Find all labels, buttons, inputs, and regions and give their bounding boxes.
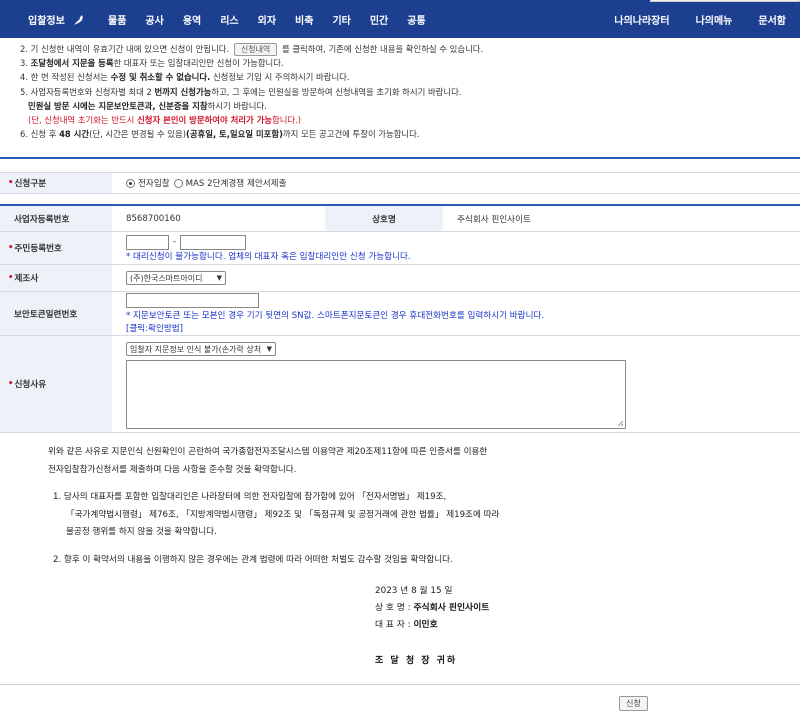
nav-my-naramarket[interactable]: 나의나라장터 xyxy=(614,12,669,27)
nav-item-private[interactable]: 민간 xyxy=(370,12,388,27)
row-maker: • 제조사 (주)한국스마트아이디 ▼ xyxy=(0,265,800,292)
notice-5: 5. 사업자등록번호와 신청자별 최대 2 번까지 신청가능하고, 그 후에는 … xyxy=(20,86,462,97)
nav-item-service[interactable]: 용역 xyxy=(183,12,201,27)
rrn-hint: * 대리신청이 불가능합니다. 업체의 대표자 혹은 입찰대리인만 신청 가능합… xyxy=(126,251,411,262)
row-reason: • 신청사유 입찰자 지문정보 인식 불가(손가락 상처 등) ▼ xyxy=(0,336,800,433)
rrn-label: • 주민등록번호 xyxy=(0,232,112,264)
row-rrn: • 주민등록번호 - * 대리신청이 불가능합니다. 업체의 대표자 혹은 입찰대… xyxy=(0,232,800,265)
reason-label: • 신청사유 xyxy=(0,336,112,432)
business-number-value: 8568700160 xyxy=(126,213,181,224)
section-divider xyxy=(0,157,800,159)
signature-block: 2023 년 8 월 15 일 상 호 명 : 주식회사 핀인사이트 대 표 자… xyxy=(375,583,489,634)
notice-list: 2. 기 신청한 내역이 유효기간 내에 있으면 신청이 안됩니다. 신청내역 … xyxy=(20,42,790,141)
row-token-serial: 보안토큰일련번호 * 지문보안토큰 또는 모본인 경우 기기 뒷면의 SN값. … xyxy=(0,292,800,336)
notice-2: 2. 기 신청한 내역이 유효기간 내에 있으면 신청이 안됩니다. 신청내역 … xyxy=(20,43,484,56)
submit-button[interactable]: 신청 xyxy=(619,696,648,711)
notice-5-visit: 민원실 방문 시에는 지문보안토큰과, 신분증을 지참하시기 바랍니다. xyxy=(28,100,267,111)
nav-my-menu[interactable]: 나의메뉴 xyxy=(696,12,733,27)
request-type-label: • 신청구분 xyxy=(0,173,112,193)
top-nav: 입찰정보 물품 공사 용역 리스 외자 비축 기타 민간 공통 나의나라장터 나… xyxy=(0,0,800,38)
reason-textarea[interactable] xyxy=(126,360,626,429)
nav-item-construction[interactable]: 공사 xyxy=(145,12,163,27)
maker-label: • 제조사 xyxy=(0,265,112,291)
nav-item-lease[interactable]: 리스 xyxy=(220,12,238,27)
nav-logo[interactable]: 입찰정보 xyxy=(28,12,85,27)
nav-item-foreign[interactable]: 외자 xyxy=(258,12,276,27)
nav-right: 나의나라장터 나의메뉴 문서함 xyxy=(588,12,786,27)
token-help-link[interactable]: [클릭:확인방법] xyxy=(126,322,183,334)
nav-item-etc[interactable]: 기타 xyxy=(332,12,350,27)
nav-logo-text: 입찰정보 xyxy=(28,16,65,27)
chevron-down-icon: ▼ xyxy=(216,274,222,282)
rrn-front-input[interactable] xyxy=(126,234,169,250)
notice-6: 6. 신청 후 48 시간(단, 시간은 변경될 수 있음)(공휴일, 토,일요… xyxy=(20,129,420,140)
radio-off-icon xyxy=(173,178,183,188)
notice-4: 4. 한 번 작성된 신청서는 수정 및 취소할 수 없습니다. 신청정보 기입… xyxy=(20,72,350,83)
nav-document-box[interactable]: 문서함 xyxy=(758,12,786,27)
reason-select[interactable]: 입찰자 지문정보 인식 불가(손가락 상처 등) ▼ xyxy=(126,342,276,356)
resize-handle-icon[interactable] xyxy=(617,420,624,427)
pledge-text: 위와 같은 사유로 지문인식 신원확인이 곤란하여 국가종합전자조달시스템 이용… xyxy=(48,447,500,565)
radio-on-icon xyxy=(126,178,135,188)
footer-divider xyxy=(0,684,800,685)
signature-date: 2023 년 8 월 15 일 xyxy=(375,586,453,596)
token-serial-input[interactable] xyxy=(126,293,259,308)
company-name-label: 상호명 xyxy=(325,206,443,231)
radio-electronic-bid[interactable]: 전자입찰 xyxy=(126,177,170,189)
nav-item-goods[interactable]: 물품 xyxy=(108,12,126,27)
rrn-back-input[interactable] xyxy=(180,234,247,250)
chevron-down-icon: ▼ xyxy=(266,345,272,353)
token-serial-hint: * 지문보안토큰 또는 모본인 경우 기기 뒷면의 SN값. 스마트폰지문토큰인… xyxy=(126,311,545,321)
notice-5-reset: (단, 신청내역 초기화는 반드시 신청자 본인이 방문하여야 처리가 가능합니… xyxy=(28,115,302,126)
nav-item-common[interactable]: 공통 xyxy=(407,12,425,27)
signature-representative: 이민호 xyxy=(413,620,438,630)
feather-icon xyxy=(72,14,83,25)
row-request-type: • 신청구분 전자입찰 MAS 2단계경쟁 제안서제출 xyxy=(0,172,800,194)
token-serial-label: 보안토큰일련번호 xyxy=(0,292,112,335)
maker-select[interactable]: (주)한국스마트아이디 ▼ xyxy=(126,271,226,285)
notice-3: 3. 조달청에서 지문을 등록한 대표자 또는 입찰대리인만 신청이 가능합니다… xyxy=(20,58,284,69)
addressee: 조 달 청 장 귀하 xyxy=(375,656,458,666)
radio-mas-proposal[interactable]: MAS 2단계경쟁 제안서제출 xyxy=(173,177,286,189)
row-business-number: 사업자등록번호 8568700160 상호명 주식회사 핀인사이트 xyxy=(0,206,800,232)
company-name-value: 주식회사 핀인사이트 xyxy=(457,214,531,225)
business-number-label: 사업자등록번호 xyxy=(0,206,112,231)
top-utility-bar xyxy=(650,0,800,2)
nav-item-stockpile[interactable]: 비축 xyxy=(295,12,313,27)
nav-menu: 물품 공사 용역 리스 외자 비축 기타 민간 공통 xyxy=(108,12,445,27)
request-history-button[interactable]: 신청내역 xyxy=(233,43,278,56)
signature-company: 주식회사 핀인사이트 xyxy=(413,603,490,613)
